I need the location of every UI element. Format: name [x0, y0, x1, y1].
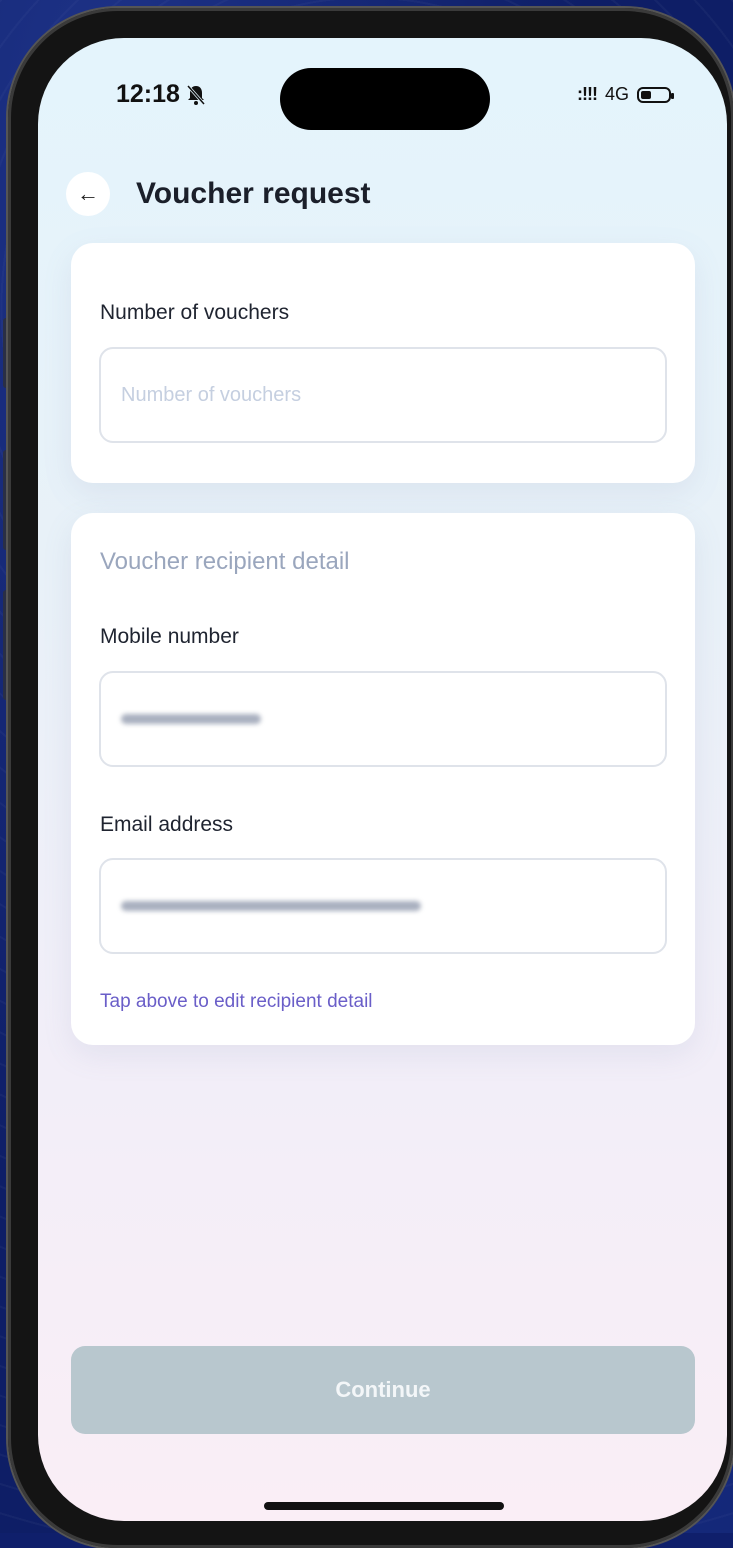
email-address-input[interactable] — [99, 858, 667, 954]
dynamic-island — [280, 68, 490, 130]
mobile-label: Mobile number — [100, 625, 239, 648]
vouchers-input-placeholder: Number of vouchers — [121, 383, 302, 406]
home-indicator — [264, 1502, 504, 1510]
page-header: ← Voucher request — [66, 172, 371, 216]
redacted-email-value — [121, 901, 421, 911]
status-bar-indicators: :!!! 4G — [577, 84, 674, 105]
continue-button[interactable]: Continue — [71, 1346, 695, 1434]
bell-muted-icon — [186, 84, 206, 105]
status-time-text: 12:18 — [116, 80, 180, 108]
app-screen: 12:18 :!!! 4G ← Voucher request Number o… — [38, 38, 727, 1521]
vouchers-card: Number of vouchers Number of vouchers — [71, 243, 695, 483]
recipient-card: Voucher recipient detail Mobile number E… — [71, 513, 695, 1045]
network-type: 4G — [604, 84, 629, 104]
recipient-section-title: Voucher recipient detail — [100, 548, 350, 575]
mobile-number-input[interactable] — [99, 671, 667, 767]
page-title: Voucher request — [136, 177, 371, 210]
arrow-left-icon: ← — [77, 181, 99, 206]
back-button[interactable]: ← — [66, 172, 110, 216]
vouchers-input[interactable]: Number of vouchers — [99, 347, 667, 443]
status-bar-time: 12:18 — [116, 80, 206, 109]
vouchers-label: Number of vouchers — [100, 301, 290, 324]
redacted-mobile-value — [121, 714, 261, 724]
battery-icon — [637, 86, 674, 103]
email-label: Email address — [100, 813, 234, 836]
signal-icon: :!!! — [577, 84, 598, 104]
edit-recipient-hint-link[interactable]: Tap above to edit recipient detail — [100, 991, 373, 1013]
phone-frame: 12:18 :!!! 4G ← Voucher request Number o… — [8, 8, 733, 1548]
